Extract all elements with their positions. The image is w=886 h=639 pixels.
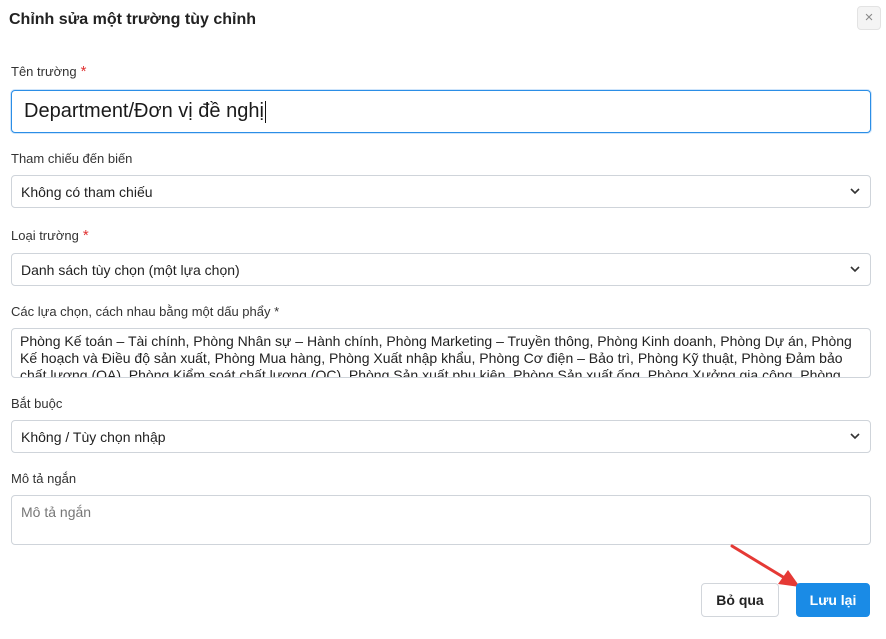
field-type-value: Danh sách tùy chọn (một lựa chọn) (21, 261, 240, 278)
field-type-label: Loại trường * (11, 227, 89, 244)
description-placeholder: Mô tả ngắn (21, 504, 92, 520)
description-label: Mô tả ngắn (11, 471, 77, 486)
reference-value: Không có tham chiếu (21, 183, 153, 200)
reference-select[interactable]: Không có tham chiếu (11, 175, 871, 208)
options-label: Các lựa chọn, cách nhau bằng một dấu phẩ… (11, 304, 280, 319)
required-mark: * (80, 63, 87, 80)
chevron-down-icon (849, 186, 861, 198)
reference-label: Tham chiếu đến biến (11, 151, 133, 166)
chevron-down-icon (849, 264, 861, 276)
save-button[interactable]: Lưu lại (796, 583, 870, 617)
field-name-label: Tên trường * (11, 63, 87, 80)
dialog-title: Chỉnh sửa một trường tùy chỉnh (9, 11, 256, 28)
required-label: Bắt buộc (11, 396, 63, 411)
close-button[interactable]: × (857, 6, 881, 30)
close-icon: × (864, 9, 874, 26)
field-type-select[interactable]: Danh sách tùy chọn (một lựa chọn) (11, 253, 871, 286)
cancel-button[interactable]: Bỏ qua (701, 583, 779, 617)
options-textarea[interactable]: Phòng Kế toán – Tài chính, Phòng Nhân sự… (11, 328, 871, 378)
text-caret (264, 100, 266, 123)
required-value: Không / Tùy chọn nhập (21, 428, 166, 445)
required-mark: * (82, 227, 89, 244)
field-name-value: Department/Đơn vị đề nghị (24, 100, 264, 122)
required-select[interactable]: Không / Tùy chọn nhập (11, 420, 871, 453)
field-name-input[interactable]: Department/Đơn vị đề nghị (11, 90, 871, 133)
options-value: Phòng Kế toán – Tài chính, Phòng Nhân sự… (20, 333, 852, 378)
description-textarea[interactable]: Mô tả ngắn (11, 495, 871, 545)
chevron-down-icon (849, 431, 861, 443)
